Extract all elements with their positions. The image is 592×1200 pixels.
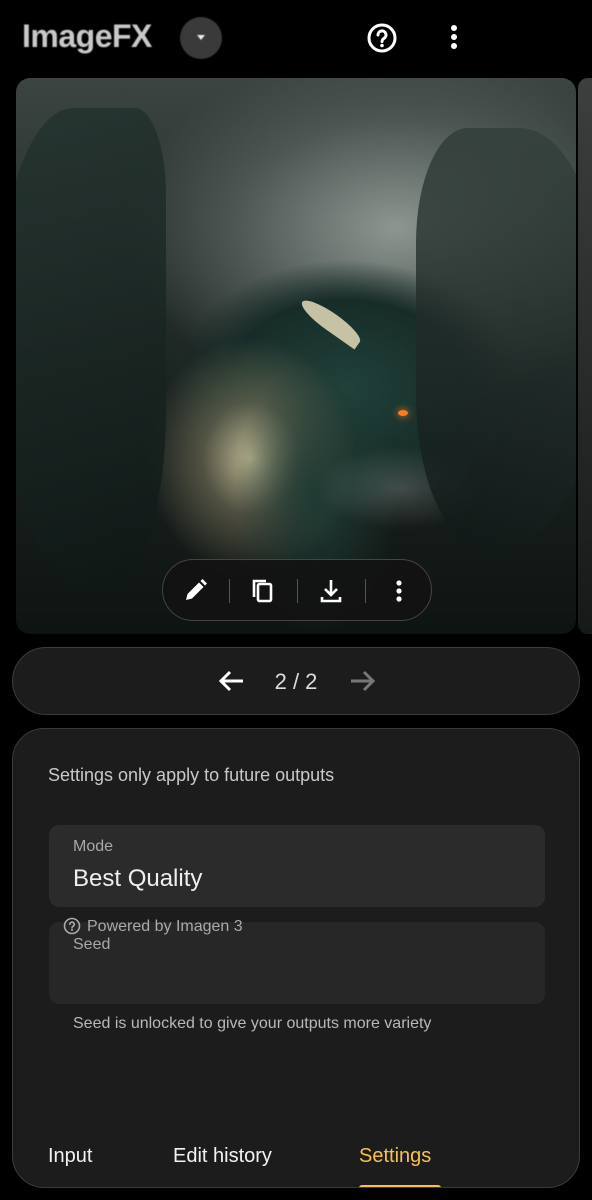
toolbar-divider [229, 579, 230, 603]
image-action-toolbar [162, 559, 432, 621]
download-icon[interactable] [315, 575, 347, 607]
settings-panel: Settings only apply to future outputs Mo… [12, 728, 580, 1188]
image-horn-shape [297, 294, 365, 350]
arrow-left-icon[interactable] [217, 666, 247, 696]
copy-icon[interactable] [247, 575, 279, 607]
toolbar-divider [297, 579, 298, 603]
chevron-down-icon [197, 35, 205, 40]
tab-edit-history[interactable]: Edit history [173, 1145, 272, 1168]
mode-label: Mode [73, 838, 114, 855]
generated-image[interactable] [16, 78, 576, 634]
tab-input[interactable]: Input [48, 1145, 92, 1168]
image-pager: 2 / 2 [12, 647, 580, 715]
seed-label: Seed [73, 936, 111, 953]
app-header: ImageFX [0, 0, 592, 76]
app-title[interactable]: ImageFX [22, 18, 152, 55]
bottom-tabs: Input Edit history Settings [13, 1131, 579, 1187]
mode-value: Best Quality [73, 865, 203, 892]
page-counter: 2 / 2 [274, 669, 318, 694]
help-circle-icon [63, 917, 81, 935]
more-vert-icon[interactable] [444, 22, 464, 54]
image-wing-shape [416, 128, 576, 548]
seed-note: Seed is unlocked to give your outputs mo… [73, 1015, 432, 1032]
tab-settings[interactable]: Settings [359, 1145, 431, 1168]
settings-note: Settings only apply to future outputs [48, 765, 335, 785]
edit-pencil-icon[interactable] [179, 575, 211, 607]
more-vert-icon[interactable] [383, 575, 415, 607]
next-image-peek[interactable] [578, 78, 592, 634]
active-tab-indicator [359, 1185, 441, 1187]
image-wing-shape [16, 108, 166, 588]
app-menu-dropdown-button[interactable] [180, 17, 222, 59]
powered-by-label: Powered by Imagen 3 [63, 917, 243, 936]
toolbar-divider [365, 579, 366, 603]
image-eye-highlight [398, 410, 408, 416]
arrow-right-icon[interactable] [347, 666, 377, 696]
mode-select[interactable]: Mode Best Quality [49, 825, 545, 907]
help-circle-icon[interactable] [366, 22, 398, 54]
powered-by-text: Powered by Imagen 3 [87, 918, 243, 935]
